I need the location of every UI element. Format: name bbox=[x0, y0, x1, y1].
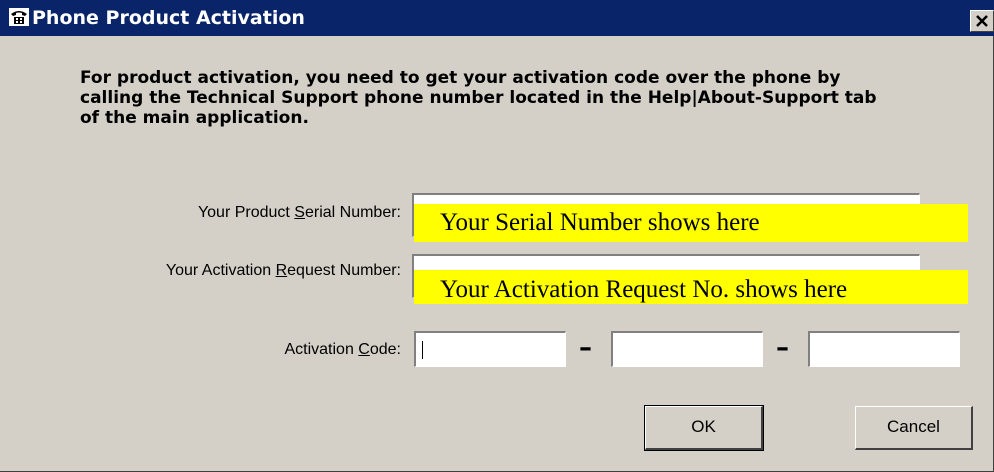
instructions-text: For product activation, you need to get … bbox=[80, 68, 877, 128]
window-title: Phone Product Activation bbox=[32, 7, 305, 29]
activation-code-input-3[interactable] bbox=[808, 331, 960, 367]
close-icon bbox=[976, 15, 988, 27]
activation-dialog: Phone Product Activation For product act… bbox=[0, 0, 994, 472]
serial-number-placeholder: Your Serial Number shows here bbox=[414, 204, 968, 242]
telephone-icon bbox=[8, 7, 30, 27]
request-number-label: Your Activation Request Number: bbox=[165, 262, 401, 279]
code-separator: – bbox=[776, 333, 789, 363]
serial-number-label: Your Product Serial Number: bbox=[197, 204, 401, 221]
activation-code-label: Activation Code: bbox=[284, 341, 401, 358]
code-separator: – bbox=[579, 333, 592, 363]
text-caret bbox=[422, 341, 423, 359]
request-number-placeholder: Your Activation Request No. shows here bbox=[414, 270, 968, 304]
close-button[interactable] bbox=[970, 10, 994, 32]
activation-code-input-2[interactable] bbox=[611, 331, 763, 367]
cancel-button[interactable]: Cancel bbox=[855, 406, 973, 450]
activation-code-input-1[interactable] bbox=[414, 331, 566, 367]
title-bar: Phone Product Activation bbox=[0, 0, 994, 36]
ok-button[interactable]: OK bbox=[644, 405, 764, 451]
